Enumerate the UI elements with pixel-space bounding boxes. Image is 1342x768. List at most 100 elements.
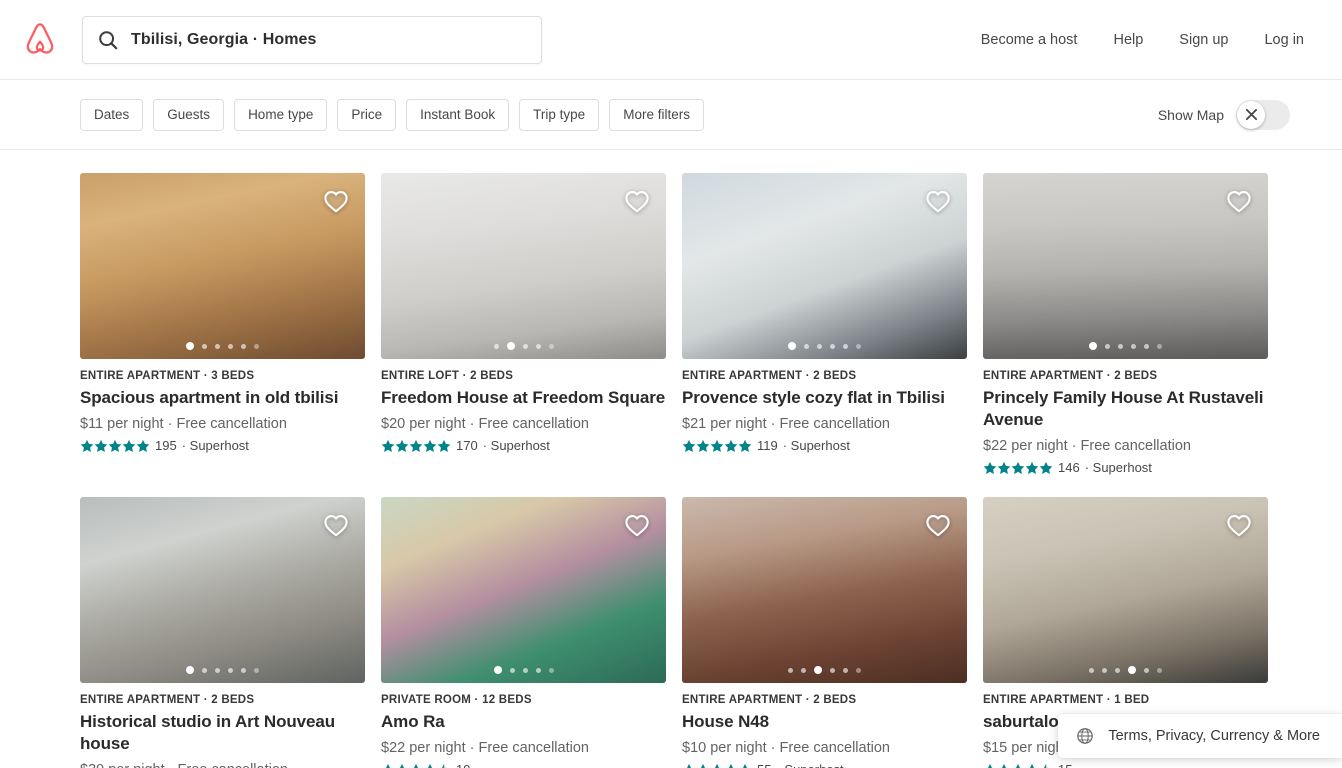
listing-type-beds: ENTIRE APARTMENT · 2 BEDS — [80, 694, 255, 707]
listing-price: $22 per night · Free cancellation — [983, 437, 1191, 454]
listing-card[interactable]: ENTIRE APARTMENT · 3 BEDS Spacious apartm… — [80, 173, 365, 475]
listing-rating: 195 · Superhost — [80, 438, 365, 453]
listing-title[interactable]: House N48 — [682, 711, 967, 733]
listing-photo[interactable] — [983, 173, 1268, 359]
listing-type-beds: ENTIRE APARTMENT · 3 BEDS — [80, 370, 255, 382]
carousel-dot — [814, 666, 822, 675]
review-count: 195 — [155, 438, 177, 454]
carousel-dot — [215, 667, 220, 673]
listing-type-beds: ENTIRE APARTMENT · 2 BEDS — [682, 694, 857, 707]
listing-price: $10 per night · Free cancellation — [682, 740, 890, 757]
carousel-dot — [535, 343, 541, 349]
show-map-toggle[interactable] — [1236, 99, 1290, 130]
favorite-heart-icon[interactable] — [323, 189, 349, 213]
listing-card[interactable]: ENTIRE APARTMENT · 2 BEDS Historical stud… — [80, 497, 365, 768]
filter-chip-group: Dates Guests Home type Price Instant Boo… — [80, 98, 704, 131]
carousel-dot — [535, 667, 541, 673]
listing-price: $39 per night · Free cancellation — [80, 760, 365, 768]
carousel-dot — [215, 343, 220, 349]
listing-title[interactable]: Spacious apartment in old tbilisi — [80, 387, 365, 409]
site-header: Tbilisi, Georgia · Homes Become a host H… — [0, 0, 1342, 80]
listing-title[interactable]: Amo Ra — [381, 711, 666, 733]
carousel-dot — [843, 667, 848, 673]
carousel-dot — [186, 666, 194, 675]
carousel-dot — [254, 343, 259, 349]
carousel-dot — [1089, 667, 1094, 673]
listing-grid: ENTIRE APARTMENT · 3 BEDS Spacious apartm… — [0, 150, 1342, 768]
nav-log-in[interactable]: Log in — [1264, 32, 1304, 48]
favorite-heart-icon[interactable] — [925, 189, 951, 213]
listing-type-beds: PRIVATE ROOM · 12 BEDS — [381, 694, 532, 707]
carousel-dot — [522, 343, 528, 349]
listing-type-beds: ENTIRE LOFT · 2 BEDS — [381, 370, 514, 382]
carousel-dot — [1115, 667, 1120, 673]
carousel-dot — [788, 342, 796, 350]
listing-card[interactable]: PRIVATE ROOM · 12 BEDS Amo Ra $22 per nigh… — [381, 497, 666, 768]
listing-photo[interactable] — [80, 173, 365, 359]
review-count: 55 — [757, 762, 771, 768]
carousel-dots — [983, 342, 1268, 350]
favorite-heart-icon[interactable] — [925, 513, 951, 537]
listing-photo[interactable] — [682, 497, 967, 684]
superhost-badge: · Superhost — [482, 438, 550, 454]
superhost-badge: · Superhost — [181, 438, 249, 454]
filter-chip-more-filters[interactable]: More filters — [609, 98, 704, 131]
listing-photo[interactable] — [381, 173, 666, 359]
carousel-dot — [186, 342, 194, 350]
nav-sign-up[interactable]: Sign up — [1179, 32, 1228, 48]
carousel-dot — [506, 342, 515, 350]
carousel-dot — [804, 343, 809, 349]
carousel-dots — [381, 342, 666, 350]
carousel-dot — [830, 343, 835, 349]
nav-become-a-host[interactable]: Become a host — [981, 32, 1078, 48]
favorite-heart-icon[interactable] — [1226, 189, 1252, 213]
listing-card[interactable]: ENTIRE LOFT · 2 BEDS Freedom House at Fre… — [381, 173, 666, 475]
listing-rating: 19 — [381, 762, 666, 768]
airbnb-belo-logo-icon[interactable] — [20, 19, 60, 61]
filter-chip-home-type[interactable]: Home type — [234, 98, 328, 131]
favorite-heart-icon[interactable] — [1226, 513, 1252, 537]
review-count: 19 — [456, 762, 470, 768]
carousel-dot — [548, 343, 554, 349]
carousel-dot — [493, 666, 502, 675]
listing-card[interactable]: ENTIRE APARTMENT · 2 BEDS Provence style … — [682, 173, 967, 475]
filter-chip-price[interactable]: Price — [337, 98, 397, 131]
show-map-label: Show Map — [1157, 106, 1224, 123]
listing-title[interactable]: Princely Family House At Rustaveli Avenu… — [983, 387, 1268, 431]
star-rating-icon — [381, 763, 451, 768]
listing-rating: 55 · Superhost — [682, 762, 967, 768]
nav-help[interactable]: Help — [1113, 32, 1143, 48]
terms-privacy-banner[interactable]: Terms, Privacy, Currency & More — [1058, 714, 1342, 758]
listing-photo[interactable] — [682, 173, 967, 359]
carousel-dot — [830, 667, 835, 673]
carousel-dot — [1105, 343, 1110, 349]
search-input[interactable]: Tbilisi, Georgia · Homes — [82, 15, 542, 64]
review-count: 15 — [1058, 762, 1072, 768]
listing-title[interactable]: Freedom House at Freedom Square — [381, 387, 666, 409]
favorite-heart-icon[interactable] — [624, 513, 650, 537]
filter-chip-dates[interactable]: Dates — [80, 98, 144, 131]
filter-chip-guests[interactable]: Guests — [153, 98, 225, 131]
filter-chip-trip-type[interactable]: Trip type — [519, 98, 600, 131]
listing-card[interactable]: ENTIRE APARTMENT · 2 BEDS House N48 $10 pe… — [682, 497, 967, 768]
listing-rating: 119 · Superhost — [682, 438, 967, 453]
close-x-icon — [1237, 100, 1265, 129]
listing-photo[interactable] — [983, 497, 1268, 684]
favorite-heart-icon[interactable] — [624, 189, 650, 213]
star-rating-icon — [682, 763, 752, 768]
carousel-dots — [983, 666, 1268, 675]
favorite-heart-icon[interactable] — [323, 513, 349, 537]
filter-chip-instant-book[interactable]: Instant Book — [406, 98, 510, 131]
carousel-dot — [1131, 343, 1136, 349]
listing-title[interactable]: Provence style cozy flat in Tbilisi — [682, 387, 967, 409]
listing-card[interactable]: ENTIRE APARTMENT · 2 BEDS Princely Family… — [983, 173, 1268, 475]
carousel-dot — [228, 667, 233, 673]
carousel-dot — [1144, 667, 1149, 673]
search-icon — [97, 29, 119, 51]
listing-rating: 15 — [983, 762, 1268, 768]
listing-photo[interactable] — [80, 497, 365, 684]
listing-title[interactable]: Historical studio in Art Nouveau house — [80, 711, 365, 755]
header-nav: Become a host Help Sign up Log in — [981, 32, 1318, 48]
listing-photo[interactable] — [381, 497, 666, 684]
carousel-dot — [856, 667, 861, 673]
